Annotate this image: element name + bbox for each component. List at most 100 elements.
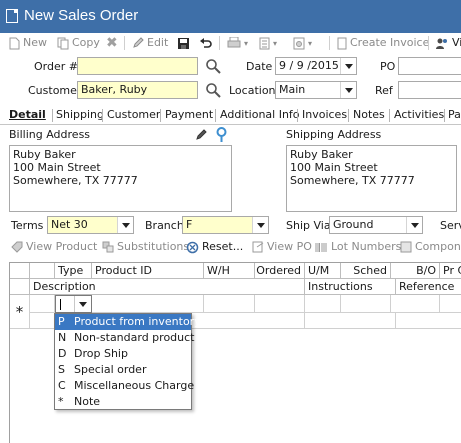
components-button[interactable]: Compone [400, 239, 461, 255]
column-header-reference[interactable]: Reference [396, 279, 461, 295]
column-header-type[interactable]: Type [55, 263, 92, 279]
grid-cell[interactable] [30, 295, 55, 313]
option-label: Non-standard product [74, 331, 195, 344]
new-row-marker: * [10, 295, 30, 329]
tab-payment[interactable]: Payment [165, 108, 213, 121]
type-dropdown-list: P Product from inventory N Non-standard … [54, 313, 201, 410]
chevron-down-icon[interactable] [252, 217, 268, 233]
column-header-ordered[interactable]: Ordered [255, 263, 305, 279]
ship-via-select[interactable]: Ground [329, 216, 423, 234]
ref-input[interactable] [398, 81, 461, 99]
chevron-down-icon[interactable] [340, 82, 356, 98]
date-picker[interactable]: 9 / 9 /2015 [275, 57, 357, 75]
branch-value: F [186, 218, 193, 231]
delete-button[interactable]: ✖ [106, 35, 118, 51]
delete-icon: ✖ [106, 35, 118, 51]
terms-select[interactable]: Net 30 [47, 216, 134, 234]
copy-button[interactable]: Copy [57, 35, 100, 51]
dropdown-option-special-order[interactable]: S Special order [55, 362, 191, 378]
grid-cell[interactable] [255, 295, 305, 313]
dropdown-option-miscellaneous-charge[interactable]: C Miscellaneous Charge [55, 378, 194, 394]
option-code: S [58, 363, 65, 376]
shipping-address-box[interactable]: Ruby Baker 100 Main Street Somewhere, TX… [286, 145, 457, 212]
dropdown-option-product-from-inventory[interactable]: P Product from inventory [55, 314, 201, 330]
people-icon [436, 38, 447, 49]
grid-cell[interactable] [440, 295, 461, 313]
customer-label: Customer [28, 84, 82, 97]
chevron-down-icon[interactable] [340, 58, 356, 74]
lot-numbers-button[interactable]: Lot Numbers [315, 239, 401, 255]
tab-divider [444, 109, 445, 122]
barcode-icon [315, 242, 327, 252]
column-header-backorder[interactable]: B/O [391, 263, 440, 279]
toolbar-divider [124, 36, 125, 50]
chevron-down-icon[interactable] [74, 296, 91, 312]
billing-address-line: 100 Main Street [13, 161, 101, 174]
tab-customer[interactable]: Customer [107, 108, 160, 121]
location-select[interactable]: Main [275, 81, 357, 99]
column-header-sched[interactable]: Sched [341, 263, 391, 279]
grid-cell[interactable] [204, 295, 255, 313]
view-button[interactable]: Vi [435, 35, 461, 51]
undo-button[interactable] [199, 35, 215, 51]
dropdown-option-note[interactable]: * Note [55, 394, 191, 410]
search-icon[interactable] [205, 82, 221, 98]
substitutions-button[interactable]: Substitutions [102, 239, 189, 255]
option-label: Note [74, 395, 101, 408]
location-value: Main [279, 83, 306, 96]
column-header-warehouse[interactable]: W/H [204, 263, 255, 279]
ref-label: Ref [375, 84, 393, 97]
type-combo-cell[interactable] [55, 295, 92, 313]
attach-button[interactable]: ▾ [293, 35, 312, 51]
grid-cell[interactable] [305, 313, 396, 329]
tab-detail[interactable]: Detail [9, 108, 46, 121]
grid-cell[interactable] [391, 295, 440, 313]
edit-button[interactable]: Edit [132, 35, 168, 51]
order-number-input[interactable] [77, 57, 198, 75]
pencil-icon[interactable] [195, 128, 208, 141]
create-invoice-button[interactable]: Create Invoice [337, 35, 429, 51]
grid-cell[interactable] [396, 313, 461, 329]
option-code: P [58, 315, 65, 328]
column-header-product-id[interactable]: Product ID [92, 263, 204, 279]
tab-divider [215, 109, 216, 122]
view-po-button[interactable]: View PO [252, 239, 312, 255]
chevron-down-icon[interactable] [117, 217, 133, 233]
search-icon[interactable] [205, 58, 221, 74]
dropdown-option-drop-ship[interactable]: D Drop Ship [55, 346, 191, 362]
map-pin-icon[interactable] [216, 127, 227, 142]
column-header-instructions[interactable]: Instructions [305, 279, 396, 295]
print-button[interactable]: ▾ [227, 35, 248, 51]
column-header-uom[interactable]: U/M [305, 263, 341, 279]
view-product-button[interactable]: View Product [11, 239, 97, 255]
reset-button[interactable]: Reset... [186, 239, 243, 255]
chevron-down-icon[interactable] [406, 217, 422, 233]
billing-address-line: Somewhere, TX 77777 [13, 174, 138, 187]
tab-shipping[interactable]: Shipping [56, 108, 104, 121]
report-button[interactable]: ▾ [259, 35, 277, 51]
tab-additional-info[interactable]: Additional Info [220, 108, 300, 121]
date-value: 9 / 9 /2015 [279, 59, 339, 72]
new-button[interactable]: New [9, 35, 47, 51]
tab-divider [348, 109, 349, 122]
billing-address-box[interactable]: Ruby Baker 100 Main Street Somewhere, TX… [9, 145, 232, 212]
tab-activities[interactable]: Activities [394, 108, 444, 121]
column-header-price-code[interactable]: Pr C [440, 263, 461, 279]
tab-payments-partial[interactable]: Pa [448, 108, 461, 121]
save-button[interactable] [177, 35, 193, 51]
option-code: D [58, 347, 67, 360]
branch-select[interactable]: F [182, 216, 269, 234]
po-input[interactable] [398, 57, 461, 75]
column-header-description[interactable]: Description [30, 279, 305, 295]
tab-invoices[interactable]: Invoices [302, 108, 347, 121]
grid-cell[interactable] [305, 295, 341, 313]
tab-divider [52, 109, 53, 122]
option-code: * [58, 395, 64, 408]
option-label: Product from inventory [74, 315, 201, 328]
grid-cell[interactable] [341, 295, 391, 313]
dropdown-option-non-standard-product[interactable]: N Non-standard product [55, 330, 195, 346]
tab-notes[interactable]: Notes [353, 108, 385, 121]
customer-input[interactable]: Baker, Ruby [77, 81, 198, 99]
text-cursor [60, 299, 61, 310]
grid-cell[interactable] [92, 295, 204, 313]
